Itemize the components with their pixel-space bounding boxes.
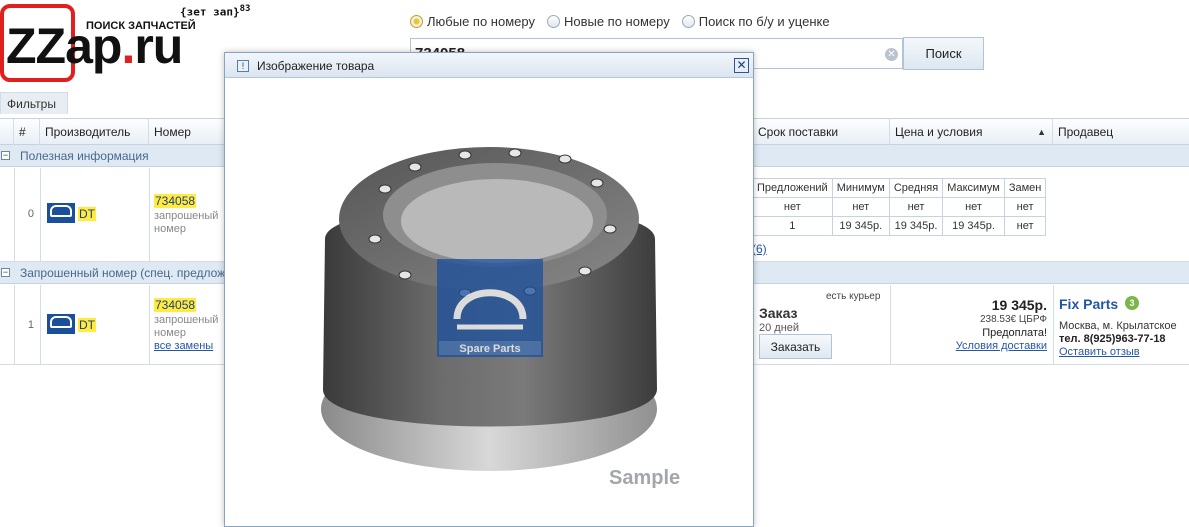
drum-inner bbox=[401, 179, 593, 263]
product-image: Spare Parts bbox=[321, 147, 657, 471]
all-replacements-link[interactable]: все замены bbox=[154, 340, 213, 353]
logo-zet-counter: {зет зап}83 bbox=[180, 4, 251, 19]
logo-tagline: ПОИСК ЗАПЧАСТЕЙ bbox=[86, 20, 196, 32]
search-button[interactable]: Поиск bbox=[903, 37, 984, 70]
filters-tab[interactable]: Фильтры bbox=[0, 92, 68, 114]
order-button[interactable]: Заказать bbox=[759, 334, 832, 359]
part-number[interactable]: 734058 bbox=[154, 298, 197, 312]
info-icon: ! bbox=[237, 60, 249, 72]
logo[interactable]: ZZap.ru ПОИСК ЗАПЧАСТЕЙ {зет зап}83 bbox=[0, 0, 260, 90]
close-icon[interactable]: ✕ bbox=[734, 58, 749, 73]
search-mode-new[interactable]: Новые по номеру bbox=[546, 14, 670, 29]
search-mode-any[interactable]: Любые по номеру bbox=[410, 14, 535, 29]
seller-phone: тел. 8(925)963-77-18 bbox=[1059, 333, 1166, 345]
part-number[interactable]: 734058 bbox=[154, 194, 197, 208]
search-mode-options: Любые по номеру Новые по номеру Поиск по… bbox=[410, 14, 830, 29]
delivery-terms-link[interactable]: Условия доставки bbox=[956, 340, 1047, 352]
col-delivery[interactable]: Срок поставки bbox=[753, 119, 890, 146]
leave-review-link[interactable]: Оставить отзыв bbox=[1059, 346, 1140, 358]
seller-city: Москва, м. Крылатское bbox=[1059, 320, 1177, 332]
search-mode-used[interactable]: Поиск по б/у и уценке bbox=[681, 14, 830, 29]
product-image-modal: ! Изображение товара ✕ Spare Parts Sampl… bbox=[224, 52, 754, 527]
watermark-text: Spare Parts bbox=[459, 343, 520, 355]
dt-brand-logo bbox=[46, 313, 76, 335]
collapse-icon[interactable]: − bbox=[1, 268, 10, 277]
seller-rating-badge: 3 bbox=[1125, 296, 1139, 310]
modal-header[interactable]: ! Изображение товара ✕ bbox=[225, 53, 753, 78]
sort-asc-icon: ▲ bbox=[1037, 127, 1046, 137]
dt-watermark: Spare Parts bbox=[437, 259, 543, 357]
sample-label: Sample bbox=[609, 467, 681, 489]
collapse-icon[interactable]: − bbox=[1, 151, 10, 160]
radio-icon[interactable] bbox=[546, 15, 560, 28]
dt-brand-logo bbox=[46, 202, 76, 224]
seller-name-link[interactable]: Fix Parts bbox=[1059, 296, 1118, 312]
col-manufacturer[interactable]: Производитель bbox=[40, 119, 149, 146]
stats-table: Предложений Минимум Средняя Максимум Зам… bbox=[752, 178, 1047, 236]
col-price[interactable]: Цена и условия ▲ bbox=[890, 119, 1053, 146]
clear-icon[interactable]: ✕ bbox=[885, 48, 898, 61]
radio-icon[interactable] bbox=[681, 15, 695, 28]
manufacturer-name[interactable]: DT bbox=[78, 207, 96, 221]
modal-title: Изображение товара bbox=[257, 59, 375, 73]
prepay-note: Предоплата! bbox=[982, 327, 1047, 339]
col-num[interactable]: # bbox=[14, 119, 40, 146]
offer-price: 19 345р. bbox=[991, 297, 1047, 313]
radio-selected-icon[interactable] bbox=[410, 15, 423, 28]
manufacturer-name[interactable]: DT bbox=[78, 318, 96, 332]
more-offers-link[interactable]: (6) bbox=[752, 242, 767, 256]
offer-price-eur: 238.53€ ЦБРФ bbox=[979, 314, 1047, 325]
col-seller[interactable]: Продавец bbox=[1053, 119, 1189, 146]
courier-note: есть курьер bbox=[826, 291, 881, 302]
order-title: Заказ bbox=[759, 305, 798, 321]
order-days: 20 дней bbox=[759, 322, 800, 334]
